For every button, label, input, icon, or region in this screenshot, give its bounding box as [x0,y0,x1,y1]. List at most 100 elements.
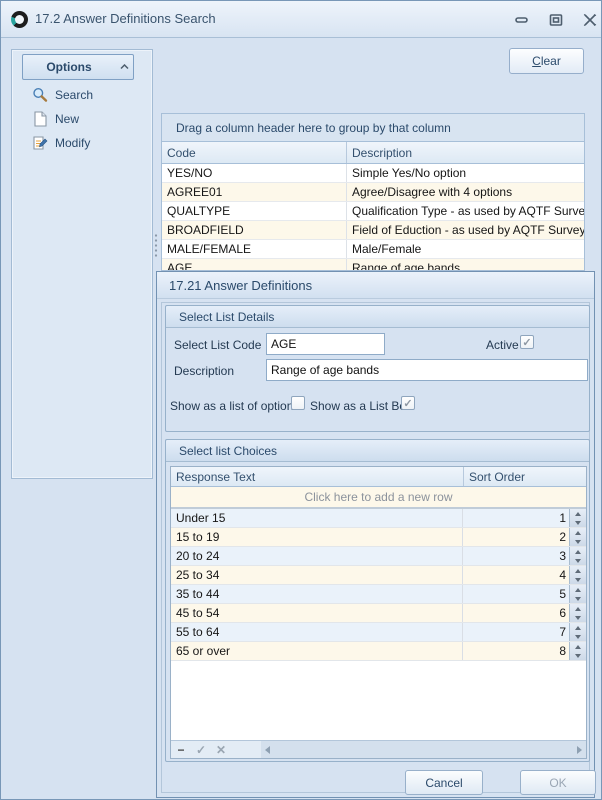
spinner-up-icon[interactable] [570,585,586,594]
ok-button[interactable]: OK [520,770,596,795]
table-row[interactable]: AGREE01 Agree/Disagree with 4 options [162,183,584,202]
code-cell[interactable]: BROADFIELD [162,221,347,239]
code-cell[interactable]: QUALTYPE [162,202,347,220]
sort-order-spinner[interactable] [569,642,586,660]
response-cell[interactable]: 25 to 34 [171,566,463,584]
sort-order-spinner[interactable] [569,509,586,527]
answer-definitions-search-window: 17.2 Answer Definitions Search Clear Opt… [0,0,602,800]
table-row[interactable]: MALE/FEMALE Male/Female [162,240,584,259]
answer-definitions-modal: 17.21 Answer Definitions Select List Det… [156,271,595,798]
splitter-grip[interactable] [154,233,158,259]
sort-order-spinner[interactable] [569,623,586,641]
spinner-up-icon[interactable] [570,528,586,537]
spinner-up-icon[interactable] [570,547,586,556]
spinner-down-icon[interactable] [570,556,586,565]
spinner-down-icon[interactable] [570,537,586,546]
modal-title[interactable]: 17.21 Answer Definitions [157,272,594,299]
sort-order-cell[interactable]: 1 [463,509,569,527]
horizontal-scrollbar[interactable] [261,741,586,758]
response-cell[interactable]: 35 to 44 [171,585,463,603]
table-row[interactable]: AGE Range of age bands [162,259,584,271]
group-by-hint: Drag a column header here to group by th… [162,114,584,142]
sidebar-item-new[interactable]: New [31,109,79,129]
table-row[interactable]: BROADFIELD Field of Eduction - as used b… [162,221,584,240]
table-row[interactable]: 35 to 44 5 [171,585,586,604]
code-cell[interactable]: MALE/FEMALE [162,240,347,258]
show-options-checkbox[interactable] [291,396,305,410]
commit-edit-icon[interactable]: ✓ [191,743,211,757]
sidebar-item-search[interactable]: Search [31,85,93,105]
sort-order-cell[interactable]: 4 [463,566,569,584]
description-cell[interactable]: Agree/Disagree with 4 options [347,183,584,201]
sort-order-cell[interactable]: 2 [463,528,569,546]
sidebar-item-modify[interactable]: Modify [31,133,90,153]
sort-order-cell[interactable]: 5 [463,585,569,603]
table-row[interactable]: 55 to 64 7 [171,623,586,642]
cancel-button[interactable]: Cancel [405,770,483,795]
add-new-row[interactable]: Click here to add a new row [171,487,586,509]
cancel-edit-icon[interactable]: ✕ [211,743,231,757]
spinner-up-icon[interactable] [570,509,586,518]
spinner-up-icon[interactable] [570,604,586,613]
description-cell[interactable]: Simple Yes/No option [347,164,584,182]
sort-order-spinner[interactable] [569,547,586,565]
description-cell[interactable]: Qualification Type - as used by AQTF Sur… [347,202,584,220]
options-header-button[interactable]: Options [22,54,134,80]
sort-order-cell[interactable]: 8 [463,642,569,660]
active-label: Active [486,338,519,352]
code-cell[interactable]: AGREE01 [162,183,347,201]
response-cell[interactable]: 15 to 19 [171,528,463,546]
active-checkbox[interactable] [520,335,534,349]
response-cell[interactable]: 55 to 64 [171,623,463,641]
sort-order-spinner[interactable] [569,585,586,603]
table-row[interactable]: 25 to 34 4 [171,566,586,585]
table-row[interactable]: 15 to 19 2 [171,528,586,547]
column-header-sort-order[interactable]: Sort Order [464,467,586,486]
column-header-code[interactable]: Code [162,142,347,163]
table-row[interactable]: QUALTYPE Qualification Type - as used by… [162,202,584,221]
column-header-description[interactable]: Description [347,142,584,163]
spinner-down-icon[interactable] [570,518,586,527]
clear-button[interactable]: Clear [509,48,584,74]
table-row[interactable]: 45 to 54 6 [171,604,586,623]
titlebar[interactable]: 17.2 Answer Definitions Search [1,1,601,38]
show-listbox-checkbox[interactable] [401,396,415,410]
spinner-down-icon[interactable] [570,613,586,622]
select-list-code-input[interactable] [266,333,385,355]
window-title: 17.2 Answer Definitions Search [35,11,216,26]
response-cell[interactable]: Under 15 [171,509,463,527]
table-row[interactable]: YES/NO Simple Yes/No option [162,164,584,183]
close-icon[interactable] [579,11,601,29]
response-cell[interactable]: 20 to 24 [171,547,463,565]
spinner-down-icon[interactable] [570,632,586,641]
description-cell[interactable]: Range of age bands [347,259,584,271]
delete-row-icon[interactable]: − [171,743,191,757]
response-cell[interactable]: 45 to 54 [171,604,463,622]
spinner-down-icon[interactable] [570,594,586,603]
spinner-down-icon[interactable] [570,575,586,584]
description-cell[interactable]: Male/Female [347,240,584,258]
spinner-up-icon[interactable] [570,642,586,651]
sort-order-cell[interactable]: 6 [463,604,569,622]
table-row[interactable]: Under 15 1 [171,509,586,528]
response-cell[interactable]: 65 or over [171,642,463,660]
sort-order-spinner[interactable] [569,566,586,584]
table-row[interactable]: 20 to 24 3 [171,547,586,566]
spinner-up-icon[interactable] [570,566,586,575]
sort-order-spinner[interactable] [569,528,586,546]
scroll-right-icon[interactable] [577,746,582,754]
spinner-down-icon[interactable] [570,651,586,660]
minimize-button[interactable] [511,11,533,29]
scroll-left-icon[interactable] [265,746,270,754]
sort-order-cell[interactable]: 3 [463,547,569,565]
column-header-response-text[interactable]: Response Text [171,467,464,486]
maximize-button[interactable] [545,11,567,29]
description-cell[interactable]: Field of Eduction - as used by AQTF Surv… [347,221,584,239]
sort-order-cell[interactable]: 7 [463,623,569,641]
code-cell[interactable]: YES/NO [162,164,347,182]
description-input[interactable] [266,359,588,381]
sort-order-spinner[interactable] [569,604,586,622]
code-cell[interactable]: AGE [162,259,347,271]
table-row[interactable]: 65 or over 8 [171,642,586,661]
spinner-up-icon[interactable] [570,623,586,632]
